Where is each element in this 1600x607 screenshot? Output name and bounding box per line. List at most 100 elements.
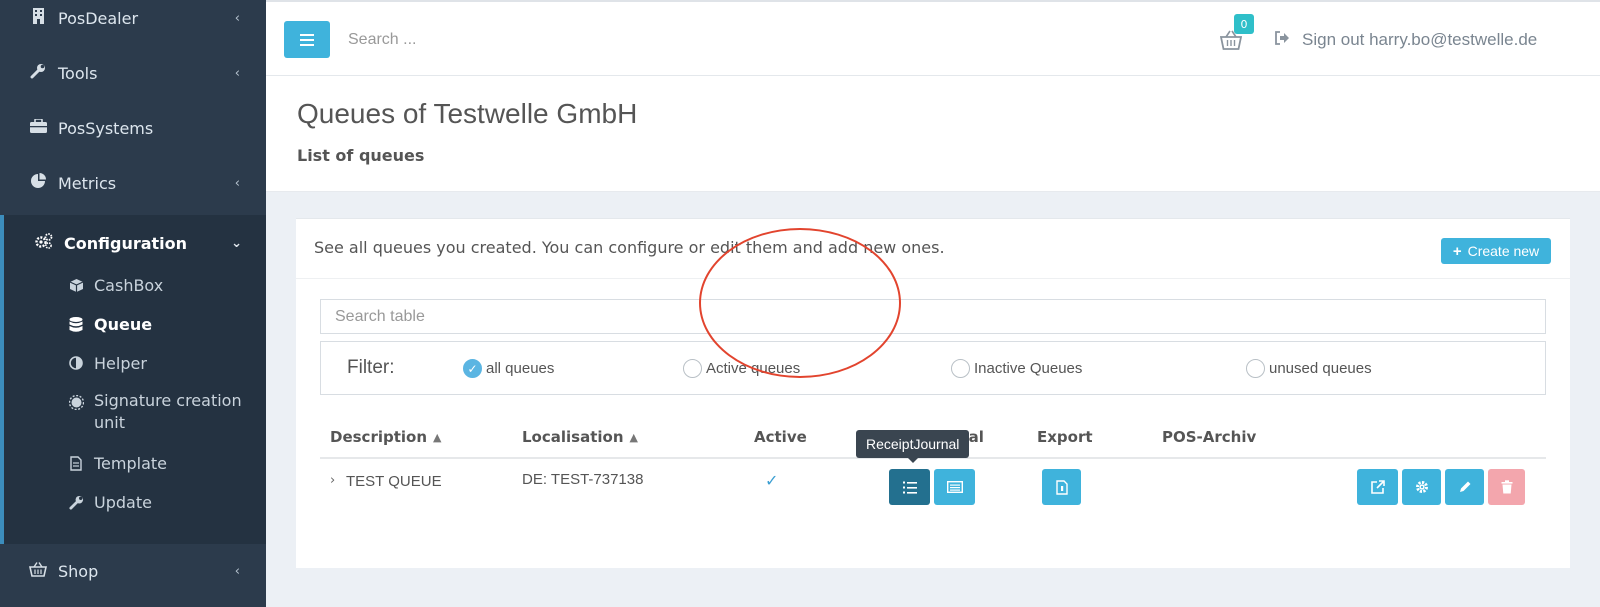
column-header-label: POS-Archiv — [1162, 428, 1257, 446]
sidebar-configuration-group: Configuration ⌄ CashBox Queue Helper Sig… — [0, 215, 266, 544]
sidebar-item-tools[interactable]: Tools ‹ — [0, 45, 266, 101]
hamburger-icon — [300, 43, 314, 46]
building-icon — [28, 8, 48, 28]
table-search-input[interactable] — [320, 299, 1546, 334]
sign-out-icon — [1274, 31, 1290, 49]
filter-option-label: Inactive Queues — [974, 360, 1083, 377]
trash-icon — [1501, 480, 1512, 494]
menu-toggle-button[interactable] — [284, 21, 330, 58]
radio-checked-icon: ✓ — [463, 359, 482, 378]
global-search-input[interactable] — [348, 24, 1048, 56]
filter-option-label: unused queues — [1269, 360, 1372, 377]
plus-icon: + — [1452, 242, 1462, 260]
cube-icon — [66, 276, 86, 297]
sort-icon: ▲ — [629, 430, 638, 444]
sidebar-item-possystems[interactable]: PosSystems — [0, 100, 266, 156]
sidebar-item-label: Template — [94, 454, 168, 473]
radio-unchecked-icon — [1246, 359, 1265, 378]
sidebar-item-label: PosSystems — [58, 118, 154, 138]
file-icon — [66, 454, 86, 475]
row-description: TEST QUEUE — [346, 473, 442, 490]
sidebar-item-metrics[interactable]: Metrics ‹ — [0, 155, 266, 211]
pie-chart-icon — [28, 173, 48, 193]
radio-unchecked-icon — [683, 359, 702, 378]
sidebar-item-cashbox[interactable]: CashBox — [4, 276, 266, 297]
sidebar-item-label: Metrics — [58, 173, 117, 193]
sidebar-item-helper[interactable]: Helper — [4, 354, 266, 374]
topbar: 0 Sign out harry.bo@testwelle.de — [266, 0, 1600, 76]
column-header-export: Export — [1037, 428, 1093, 446]
filter-active-queues[interactable]: Active queues — [683, 359, 800, 378]
queues-box: See all queues you created. You can conf… — [296, 218, 1570, 568]
sidebar-item-signature-creation-unit[interactable]: Signature creation unit — [4, 391, 266, 434]
receipt-journal-button[interactable] — [889, 469, 930, 505]
sidebar-item-shop[interactable]: Shop ‹ — [0, 543, 266, 599]
filter-option-label: all queues — [486, 360, 555, 377]
chevron-left-icon: ‹ — [234, 65, 240, 81]
page-subtitle: List of queues — [297, 146, 425, 165]
export-button[interactable] — [1042, 469, 1081, 505]
open-external-button[interactable] — [1357, 469, 1398, 505]
sidebar-item-label: CashBox — [94, 276, 164, 295]
wrench-icon — [66, 493, 86, 514]
sidebar-item-label: Configuration — [64, 233, 188, 253]
box-description: See all queues you created. You can conf… — [314, 238, 945, 257]
sidebar-item-label: Signature creation unit — [94, 391, 242, 432]
receipt-journal-tooltip: ReceiptJournal — [856, 430, 970, 458]
tooltip-arrow — [908, 458, 918, 463]
basket-icon — [28, 561, 48, 581]
sidebar-item-label: Update — [94, 493, 152, 512]
hamburger-icon — [300, 33, 314, 36]
sidebar-item-configuration[interactable]: Configuration ⌄ — [4, 215, 266, 271]
filter-bar: Filter: ✓ all queues Active queues Inact… — [320, 341, 1546, 395]
journal-button[interactable] — [934, 469, 975, 505]
filter-label: Filter: — [347, 357, 395, 378]
delete-button[interactable] — [1488, 469, 1525, 505]
certificate-icon — [66, 393, 86, 414]
wrench-icon — [28, 63, 48, 83]
filter-option-label: Active queues — [706, 360, 801, 377]
expand-row-icon[interactable]: › — [330, 473, 335, 488]
hamburger-icon — [300, 38, 314, 41]
column-header-description[interactable]: Description ▲ — [330, 428, 442, 446]
settings-button[interactable] — [1402, 469, 1441, 505]
database-icon — [66, 315, 86, 337]
filter-all-queues[interactable]: ✓ all queues — [463, 359, 554, 378]
column-header-pos-archiv: POS-Archiv — [1162, 428, 1256, 446]
cart-count-badge: 0 — [1234, 14, 1254, 34]
filter-inactive-queues[interactable]: Inactive Queues — [951, 359, 1082, 378]
row-localisation: DE: TEST-737138 — [522, 471, 644, 488]
radio-unchecked-icon — [951, 359, 970, 378]
sidebar: PosDealer ‹ Tools ‹ PosSystems Metrics ‹… — [0, 0, 266, 607]
gear-icon — [1415, 481, 1428, 493]
sidebar-item-label: Queue — [94, 315, 153, 334]
cogs-icon — [34, 233, 54, 253]
create-new-button[interactable]: + Create new — [1441, 238, 1551, 264]
sidebar-item-label: Helper — [94, 354, 147, 373]
column-header-label: Localisation — [522, 428, 624, 446]
chevron-left-icon: ‹ — [234, 563, 240, 579]
sidebar-item-label: Shop — [58, 561, 99, 581]
column-header-label: Export — [1037, 428, 1093, 446]
edit-button[interactable] — [1445, 469, 1484, 505]
sidebar-item-label: Tools — [58, 63, 98, 83]
column-header-active: Active — [754, 428, 807, 446]
chevron-down-icon: ⌄ — [231, 235, 242, 251]
list-ol-icon — [902, 481, 917, 494]
sidebar-item-queue[interactable]: Queue — [4, 315, 266, 337]
file-archive-icon — [1055, 479, 1068, 495]
create-new-label: Create new — [1467, 243, 1540, 259]
column-header-localisation[interactable]: Localisation ▲ — [522, 428, 638, 446]
chevron-left-icon: ‹ — [234, 175, 240, 191]
adjust-icon — [66, 354, 86, 374]
briefcase-icon — [28, 118, 48, 137]
sidebar-item-template[interactable]: Template — [4, 454, 266, 475]
filter-unused-queues[interactable]: unused queues — [1246, 359, 1372, 378]
external-link-icon — [1370, 480, 1385, 494]
sidebar-item-update[interactable]: Update — [4, 493, 266, 514]
chevron-left-icon: ‹ — [234, 10, 240, 26]
sign-out-label: Sign out harry.bo@testwelle.de — [1302, 30, 1538, 49]
sidebar-item-label: PosDealer — [58, 8, 139, 28]
sidebar-item-posdealer[interactable]: PosDealer ‹ — [0, 0, 266, 46]
sign-out-link[interactable]: Sign out harry.bo@testwelle.de — [1274, 30, 1537, 50]
